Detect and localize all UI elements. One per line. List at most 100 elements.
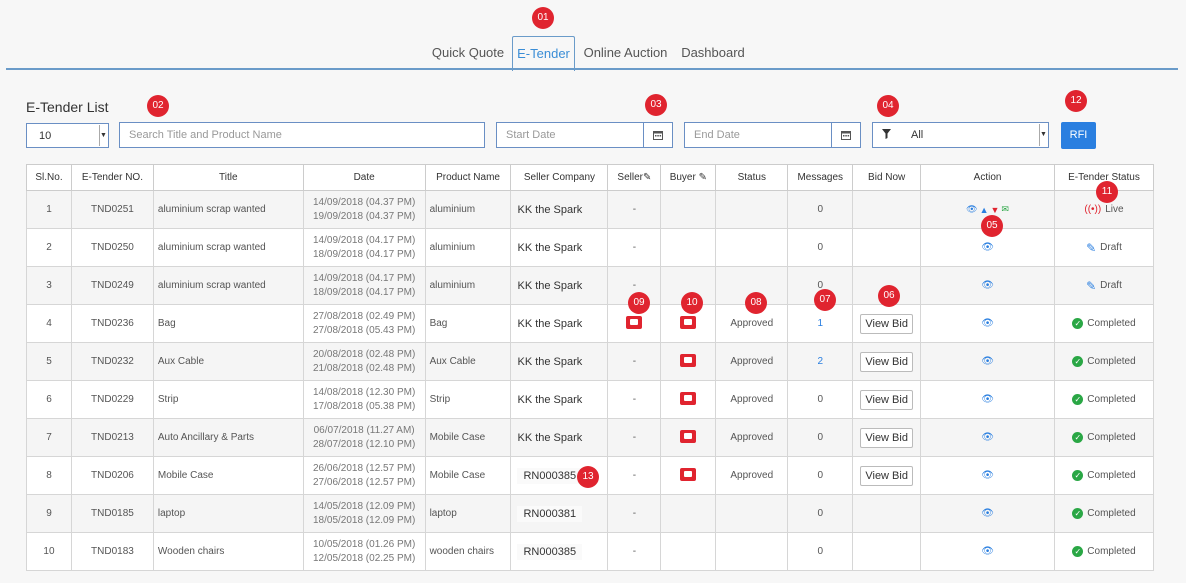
cell-status <box>715 228 789 267</box>
col-status[interactable]: Status <box>715 164 789 191</box>
table-row: 10 TND0183 Wooden chairs 10/05/2018 (01.26 … <box>26 532 1155 571</box>
cell-tender-no[interactable]: TND0236 <box>70 304 154 343</box>
view-eye-icon[interactable]: 👁 <box>981 508 994 519</box>
col-action[interactable]: Action <box>920 164 1055 191</box>
start-date: 26/06/2018 (12.57 PM) <box>312 462 416 474</box>
status-filter-select[interactable]: All ▼ <box>872 122 1049 148</box>
pencil-icon[interactable]: ✎ <box>1086 279 1096 293</box>
cell-e-tender-status: ✎ Draft <box>1053 266 1155 305</box>
view-eye-icon[interactable]: 👁 <box>981 546 994 557</box>
cell-date: 10/05/2018 (01.26 PM) 12/05/2018 (02.25 P… <box>302 532 426 571</box>
col-date[interactable]: Date <box>302 164 426 191</box>
rfi-button[interactable]: RFI <box>1061 122 1096 149</box>
badge-10: 10 <box>681 292 703 314</box>
cell-messages: 0 <box>787 456 854 495</box>
cell-tender-no[interactable]: TND0206 <box>70 456 154 495</box>
view-bid-button[interactable]: View Bid <box>860 351 913 372</box>
cell-tender-no[interactable]: TND0232 <box>70 342 154 381</box>
view-eye-icon[interactable]: 👁 <box>981 280 994 291</box>
cell-tender-no[interactable]: TND0229 <box>70 380 154 419</box>
calendar-icon[interactable] <box>831 123 860 147</box>
thumbs-down-icon[interactable]: ▼ <box>991 205 1000 215</box>
view-eye-icon[interactable]: 👁 <box>981 470 994 481</box>
cell-title: Aux Cable <box>152 342 304 381</box>
seller-pdf-icon[interactable] <box>626 315 643 329</box>
table-row: 9 TND0185 laptop 14/05/2018 (12.09 PM) 18/05… <box>26 494 1155 533</box>
end-date: 17/08/2018 (05.38 PM) <box>312 400 416 412</box>
cell-messages: 0 <box>787 532 854 571</box>
seller-value: - <box>632 394 637 405</box>
cell-tender-no[interactable]: TND0183 <box>70 532 154 571</box>
col-bid-now[interactable]: Bid Now <box>852 164 922 191</box>
start-date-input[interactable]: Start Date <box>496 122 673 148</box>
view-eye-icon[interactable]: 👁 <box>981 356 994 367</box>
calendar-icon[interactable] <box>643 123 672 147</box>
cell-seller: - <box>607 342 662 381</box>
tab-e-tender[interactable]: E-Tender <box>512 36 575 71</box>
col-tender-no[interactable]: E-Tender NO. <box>70 164 154 191</box>
view-eye-icon[interactable]: 👁 <box>981 432 994 443</box>
buyer-pdf-icon[interactable] <box>680 353 697 367</box>
end-date-input[interactable]: End Date <box>684 122 861 148</box>
buyer-pdf-icon[interactable] <box>680 429 697 443</box>
e-tender-status: Draft <box>1100 242 1122 253</box>
pencil-icon[interactable]: ✎ <box>1086 241 1096 255</box>
cell-action: 👁 <box>920 418 1055 457</box>
view-eye-icon[interactable]: 👁 <box>966 204 977 215</box>
cell-tender-no[interactable]: TND0185 <box>70 494 154 533</box>
start-date: 14/09/2018 (04.17 PM) <box>312 272 416 284</box>
search-input[interactable]: Search Title and Product Name <box>119 122 485 148</box>
buyer-pdf-icon[interactable] <box>680 315 697 329</box>
view-bid-button[interactable]: View Bid <box>860 389 913 410</box>
page-size-select[interactable]: 10 ▼ <box>26 123 109 148</box>
col-product-name[interactable]: Product Name <box>424 164 512 191</box>
cell-buyer <box>660 456 717 495</box>
col-messages[interactable]: Messages <box>787 164 854 191</box>
cell-date: 14/05/2018 (12.09 PM) 18/05/2018 (12.09 P… <box>302 494 426 533</box>
badge-11: 11 <box>1096 181 1118 203</box>
cell-bid-now <box>852 190 922 229</box>
cell-product-name: aluminium <box>424 228 512 267</box>
thumbs-up-icon[interactable]: ▲ <box>980 205 989 215</box>
cell-status: Approved <box>715 456 789 495</box>
cell-seller-company: KK the Spark <box>510 190 609 229</box>
buyer-pdf-icon[interactable] <box>680 467 697 481</box>
cell-bid-now <box>852 532 922 571</box>
view-bid-button[interactable]: View Bid <box>860 427 913 448</box>
buyer-pdf-icon[interactable] <box>680 391 697 405</box>
cell-date: 14/08/2018 (12.30 PM) 17/08/2018 (05.38 P… <box>302 380 426 419</box>
tab-quick-quote[interactable]: Quick Quote <box>427 36 509 70</box>
cell-date: 26/06/2018 (12.57 PM) 27/06/2018 (12.57 P… <box>302 456 426 495</box>
col-buyer[interactable]: Buyer ✎ <box>660 164 717 191</box>
view-eye-icon[interactable]: 👁 <box>981 318 994 329</box>
col-seller[interactable]: Seller✎ <box>607 164 662 191</box>
view-eye-icon[interactable]: 👁 <box>981 242 994 253</box>
cell-e-tender-status: ✓ Completed <box>1053 342 1155 381</box>
tab-online-auction[interactable]: Online Auction <box>578 36 673 70</box>
col-title[interactable]: Title <box>152 164 304 191</box>
view-bid-button[interactable]: View Bid <box>860 313 913 334</box>
start-date: 14/08/2018 (12.30 PM) <box>312 386 416 398</box>
cell-e-tender-status: ✓ Completed <box>1053 494 1155 533</box>
cell-bid-now: View Bid <box>852 342 922 381</box>
tab-dashboard[interactable]: Dashboard <box>676 36 750 70</box>
view-bid-button[interactable]: View Bid <box>860 465 913 486</box>
table-row: 3 TND0249 aluminium scrap wanted 14/09/2018… <box>26 266 1155 305</box>
view-eye-icon[interactable]: 👁 <box>981 394 994 405</box>
col-seller-company[interactable]: Seller Company <box>510 164 609 191</box>
cell-tender-no[interactable]: TND0213 <box>70 418 154 457</box>
cell-status <box>715 532 789 571</box>
badge-03: 03 <box>645 94 667 116</box>
col-sl-no[interactable]: Sl.No. <box>26 164 72 191</box>
cell-tender-no[interactable]: TND0249 <box>70 266 154 305</box>
cell-messages[interactable]: 2 <box>787 342 854 381</box>
cell-bid-now: View Bid <box>852 418 922 457</box>
seller-value: - <box>632 508 637 519</box>
cell-seller-company: KK the Spark <box>510 304 609 343</box>
cell-tender-no[interactable]: TND0250 <box>70 228 154 267</box>
cell-status: Approved <box>715 342 789 381</box>
mail-icon[interactable]: ✉ <box>1001 204 1009 215</box>
cell-tender-no[interactable]: TND0251 <box>70 190 154 229</box>
e-tender-status: Completed <box>1087 470 1136 481</box>
nav-divider <box>6 68 1178 70</box>
